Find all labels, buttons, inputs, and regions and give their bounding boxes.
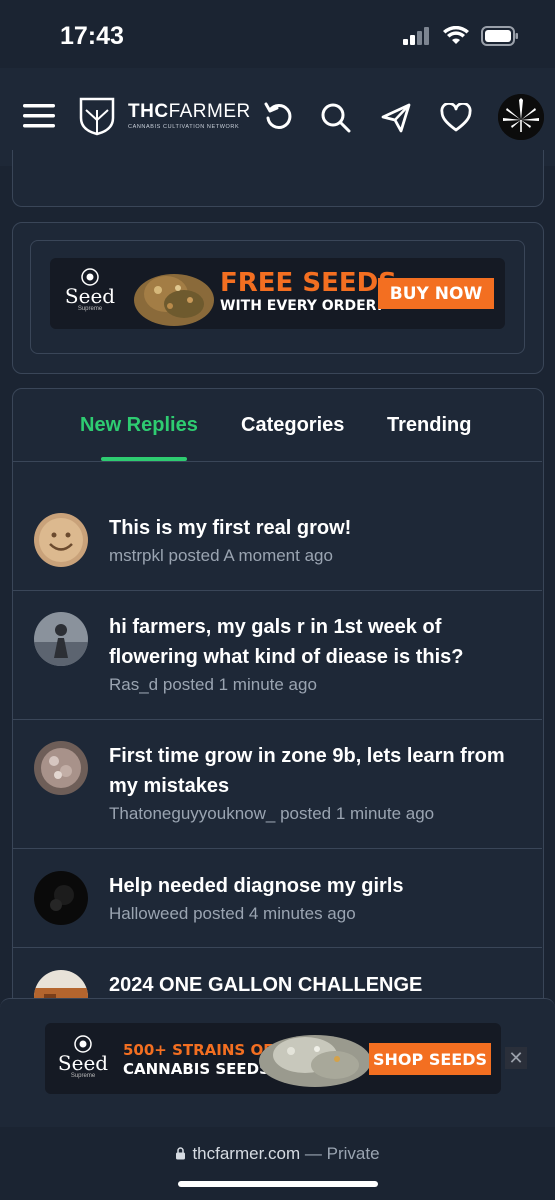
cannabis-leaf-icon [498,94,544,140]
thread-item[interactable]: This is my first real grow! mstrpkl post… [12,492,542,588]
thread-title[interactable]: hi farmers, my gals r in 1st week of flo… [109,612,509,672]
thread-item[interactable]: Help needed diagnose my girls Halloweed … [12,850,542,946]
ad-brand-sub: Supreme [70,1073,96,1079]
privacy-label: — Private [304,1144,380,1163]
divider [12,848,542,849]
user-avatar[interactable] [498,94,544,140]
thread-meta: Ras_d posted 1 minute ago [109,675,317,694]
refresh-icon [264,102,292,129]
avatar [34,513,88,567]
seed-supreme-logo: Seed Supreme [60,268,120,312]
signal-icon [403,27,429,45]
tab-trending[interactable]: Trending [387,414,471,437]
close-ad-button[interactable]: ✕ [505,1047,527,1069]
grow-avatar-image [34,970,88,999]
logo-tagline: CANNABIS CULTIVATION NETWORK [128,124,240,130]
thread-meta: mstrpkl posted A moment ago [109,546,333,565]
buy-now-button[interactable]: BUY NOW [378,278,494,309]
thread-title[interactable]: First time grow in zone 9b, lets learn f… [109,741,509,801]
menu-icon [23,104,55,128]
smiley-avatar-image [34,513,88,567]
ad-banner-free-seeds[interactable]: Seed Supreme FREE SEEDS WITH EVERY ORDER… [50,258,505,329]
ad-banner-shop-seeds[interactable]: Seed Supreme 500+ STRAINS OF CANNABIS SE… [45,1023,501,1094]
search-button[interactable] [318,100,354,136]
lock-icon [176,1147,186,1160]
ad-brand: Seed [57,1051,109,1075]
person-avatar-image [34,612,88,666]
status-time: 17:43 [60,22,124,50]
status-bar: 17:43 [0,0,555,68]
cannabis-bud-image [134,274,214,326]
avatar [34,741,88,795]
search-icon [321,103,351,133]
cannabis-bud-image [259,1035,371,1087]
logo-shield-icon [79,97,115,136]
refresh-button[interactable] [262,100,296,134]
messages-button[interactable] [378,100,414,136]
logo-bold-text: THC [128,101,169,122]
thread-meta: Halloweed posted 4 minutes ago [109,904,356,923]
url-text: thcfarmer.com [192,1144,301,1163]
url-display[interactable]: thcfarmer.com — Private [0,1144,555,1164]
home-indicator[interactable] [178,1181,378,1187]
logo-light-text: FARMER [168,101,251,122]
divider [12,719,542,720]
thread-title[interactable]: 2024 ONE GALLON CHALLENGE [109,970,509,999]
site-logo[interactable]: THCFARMER CANNABIS CULTIVATION NETWORK [78,96,251,136]
ad-subline: CANNABIS SEEDS [123,1060,270,1078]
ad-headline: FREE SEEDS [220,268,397,298]
wifi-icon [443,26,469,44]
shop-seeds-button[interactable]: SHOP SEEDS [369,1043,491,1075]
ad-headline: 500+ STRAINS OF [123,1041,274,1059]
tab-new-replies[interactable]: New Replies [80,414,198,437]
avatar [34,612,88,666]
ad-brand: Seed [64,284,116,308]
previous-card [12,150,544,207]
thread-item[interactable]: First time grow in zone 9b, lets learn f… [12,721,542,847]
ad-brand-sub: Supreme [77,306,103,312]
favorites-button[interactable] [438,100,474,136]
ad-subline: WITH EVERY ORDER! [220,298,383,314]
battery-icon [481,26,518,46]
menu-button[interactable] [22,100,56,132]
send-icon [381,103,411,133]
browser-bar: thcfarmer.com — Private [0,1128,555,1200]
divider [12,461,542,462]
dark-avatar-image [34,871,88,925]
avatar [34,970,88,999]
divider [12,947,542,948]
thread-title[interactable]: This is my first real grow! [109,513,509,543]
seed-supreme-logo: Seed Supreme [53,1035,113,1079]
thread-title[interactable]: Help needed diagnose my girls [109,871,509,901]
feed-tabs: New Replies Categories Trending [12,400,542,462]
avatar [34,871,88,925]
thread-item[interactable]: hi farmers, my gals r in 1st week of flo… [12,592,542,718]
bud-avatar-image [34,741,88,795]
heart-icon [440,103,472,132]
thread-meta: Thatoneguyyouknow_ posted 1 minute ago [109,804,435,823]
divider [12,590,542,591]
thread-item[interactable]: 2024 ONE GALLON CHALLENGE [12,949,542,999]
tab-categories[interactable]: Categories [241,414,344,437]
